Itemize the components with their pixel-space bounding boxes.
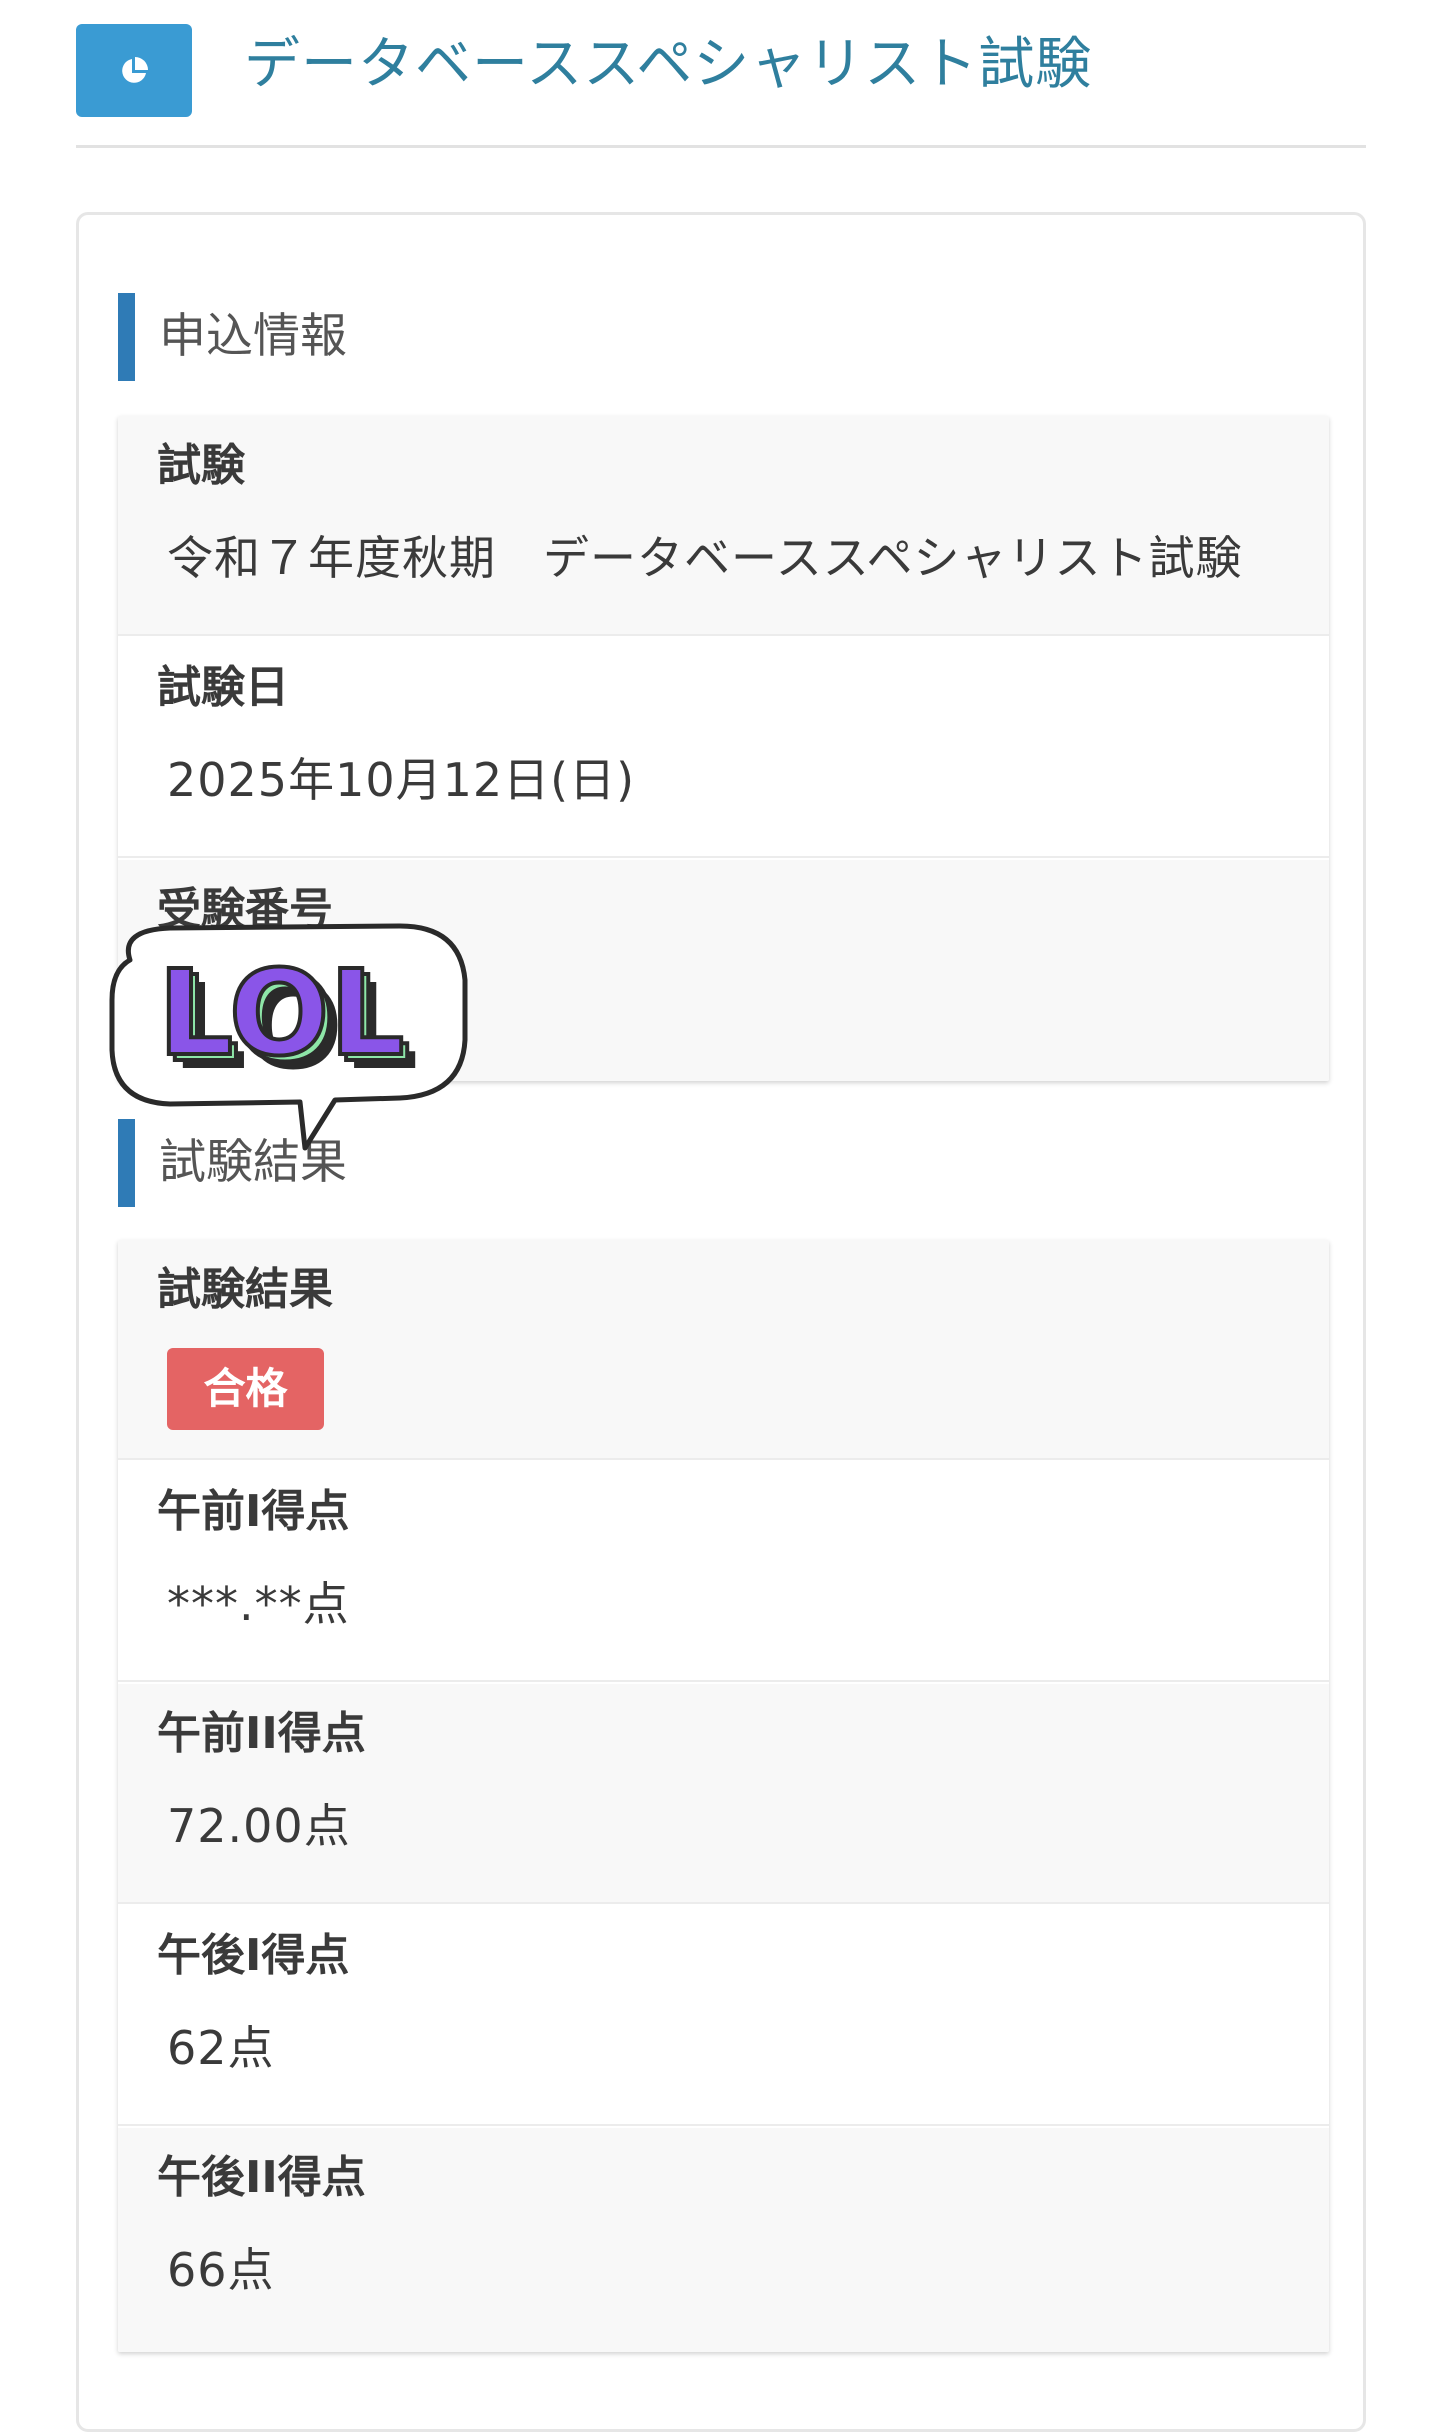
main-card: 申込情報 試験 令和７年度秋期 データベーススペシャリスト試験 試験日 2025… bbox=[76, 212, 1366, 2432]
score-row-value: 62点 bbox=[167, 2021, 275, 2075]
score-row-label: 午後II得点 bbox=[157, 2152, 366, 2203]
score-row-label: 午後I得点 bbox=[157, 1930, 350, 1981]
info-row-value: 令和７年度秋期 データベーススペシャリスト試験 bbox=[167, 531, 1243, 585]
header-icon-box bbox=[76, 24, 192, 117]
score-row-am2: 午前II得点 72.00点 bbox=[118, 1684, 1329, 1904]
info-row-value: 2025年10月12日(日) bbox=[167, 753, 636, 807]
info-row-exam-date: 試験日 2025年10月12日(日) bbox=[118, 638, 1329, 858]
info-row-label: 試験日 bbox=[157, 662, 289, 713]
score-row-pm1: 午後I得点 62点 bbox=[118, 1906, 1329, 2126]
result-row-status: 試験結果 合格 bbox=[118, 1240, 1329, 1460]
result-row-label: 試験結果 bbox=[157, 1264, 333, 1315]
lol-sticker-icon: LOL LOL LOL bbox=[109, 923, 468, 1151]
info-row-exam: 試験 令和７年度秋期 データベーススペシャリスト試験 bbox=[118, 416, 1329, 636]
score-row-value: 66点 bbox=[167, 2243, 275, 2297]
lol-text-face: LOL bbox=[158, 944, 405, 1082]
score-row-value: 72.00点 bbox=[167, 1799, 351, 1853]
page-title: データベーススペシャリスト試験 bbox=[244, 32, 1093, 97]
results-panel: 試験結果 合格 午前I得点 ***.**点 午前II得点 72.00点 午後I得… bbox=[118, 1240, 1329, 2352]
section-heading-label: 申込情報 bbox=[159, 309, 347, 364]
score-row-label: 午前II得点 bbox=[157, 1708, 366, 1759]
pass-status-badge: 合格 bbox=[167, 1348, 324, 1430]
pie-chart-icon bbox=[122, 57, 148, 83]
page-header: データベーススペシャリスト試験 bbox=[76, 0, 1366, 148]
score-row-value: ***.**点 bbox=[167, 1577, 350, 1631]
lol-letters: LOL LOL LOL bbox=[156, 942, 419, 1096]
score-row-am1: 午前I得点 ***.**点 bbox=[118, 1462, 1329, 1682]
score-row-pm2: 午後II得点 66点 bbox=[118, 2128, 1329, 2352]
info-row-label: 試験 bbox=[157, 440, 245, 491]
section-heading-application: 申込情報 bbox=[118, 293, 347, 381]
score-row-label: 午前I得点 bbox=[157, 1486, 350, 1537]
